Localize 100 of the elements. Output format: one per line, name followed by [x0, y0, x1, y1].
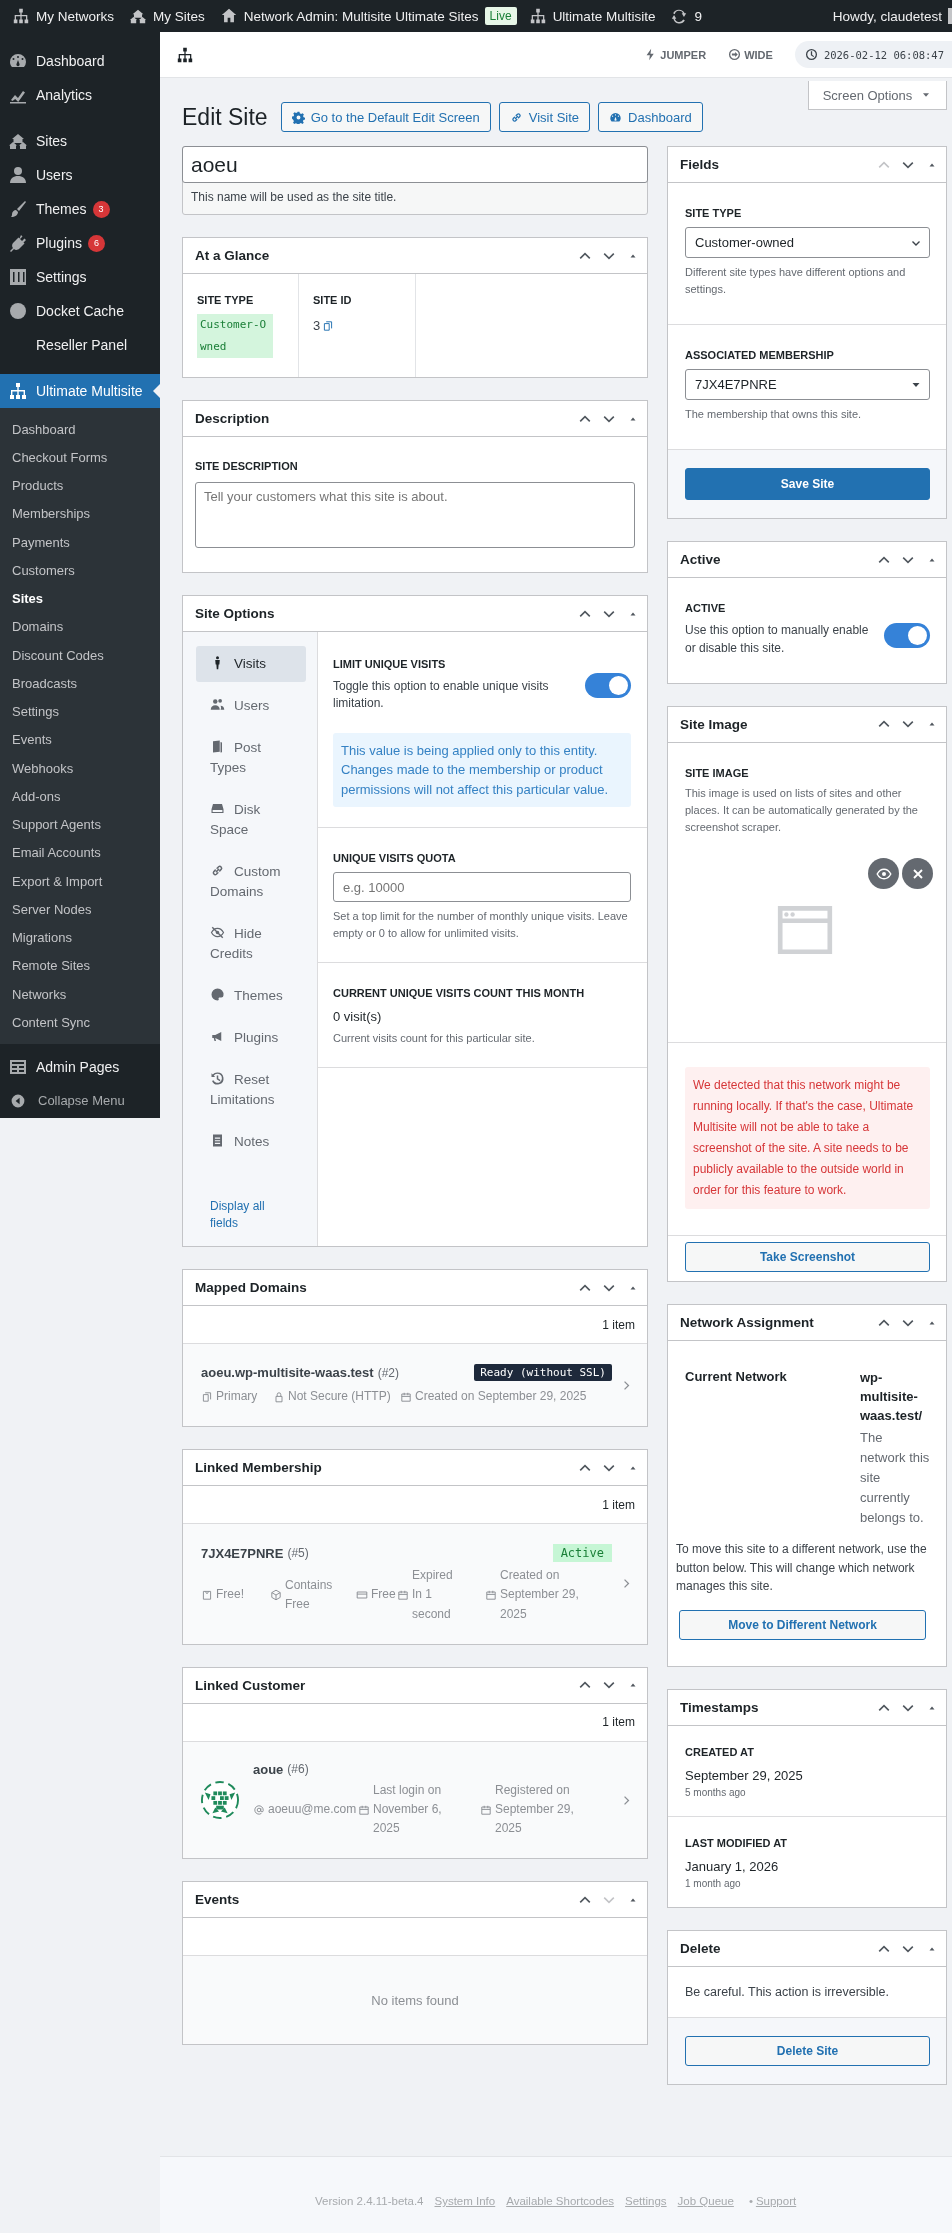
list-item[interactable]: aoeu.wp-multisite-waas.test (#2) Ready (without SSL) Primary Not Secure (HTTP) Created on September 29, 2025 [183, 1344, 647, 1427]
tab[interactable]: Reset Limitations [196, 1062, 306, 1118]
submenu-item[interactable]: Memberships [0, 499, 160, 528]
menu-item[interactable]: Sites [0, 124, 160, 158]
quota-field[interactable]: e.g. 10000 [333, 872, 631, 903]
display-all-link[interactable]: Display all fields [196, 1198, 276, 1232]
account-link[interactable]: Howdy, claudetest [832, 8, 942, 24]
submenu-item[interactable]: Products [0, 471, 160, 500]
move-network-button[interactable]: Move to Different Network [679, 1610, 926, 1641]
submenu-item[interactable]: Dashboard [0, 415, 160, 444]
meta-text: Registered on September 29, 2025 [495, 1781, 575, 1838]
admin-bar-link[interactable]: Ultimate Multisite [522, 7, 665, 25]
field-label: CURRENT UNIQUE VISITS COUNT THIS MONTH [333, 987, 586, 1000]
menu-item[interactable]: Plugins 6 [0, 226, 160, 260]
delete-button[interactable]: Delete Site [685, 2036, 930, 2067]
submenu-item[interactable]: Broadcasts [0, 669, 160, 698]
tab[interactable]: Post Types [196, 730, 306, 786]
submenu-item[interactable]: Migrations [0, 923, 160, 952]
copy-icon [322, 319, 335, 332]
submenu-item[interactable]: Payments [0, 528, 160, 557]
calendar-icon [400, 1390, 412, 1403]
screen-options-button[interactable]: Screen Options [808, 81, 947, 110]
menu-item[interactable]: Dashboard [0, 44, 160, 78]
meta-text: Free! [216, 1586, 244, 1604]
menu-item[interactable]: Users [0, 158, 160, 192]
list-item[interactable]: 7JX4E7PNRE (#5) Active Free! Contains Free Free Expired In 1 second Created on September 29, 2025 [183, 1524, 647, 1644]
panel-title: Linked Membership [195, 1460, 323, 1476]
panel-title: Timestamps [680, 1700, 760, 1716]
preview-button[interactable] [868, 858, 899, 890]
collapse-menu-button[interactable]: Collapse Menu [0, 1083, 160, 1118]
submenu-item[interactable]: Content Sync [0, 1008, 160, 1037]
domain-name: aoeu.wp-multisite-waas.test [201, 1365, 374, 1380]
menu-item[interactable]: Admin Pages [0, 1049, 160, 1084]
menu-item[interactable]: Ultimate Multisite [0, 374, 160, 408]
site-type-select[interactable]: Customer-owned [685, 227, 930, 258]
submenu-item[interactable]: Discount Codes [0, 641, 160, 670]
toolbar-link[interactable]: WIDE [728, 48, 773, 61]
panel-title: Site Image [680, 716, 749, 732]
menu-item[interactable]: Reseller Panel [0, 328, 160, 362]
menu-item[interactable]: Analytics [0, 78, 160, 112]
header-button[interactable]: Visit Site [498, 102, 591, 132]
submenu-item[interactable]: Customers [0, 556, 160, 585]
header-button[interactable]: Dashboard [598, 102, 703, 132]
submenu-item[interactable]: Domains [0, 612, 160, 641]
list-item[interactable]: aoue (#6) aoeuu@me.com Last login on November 6, 2025 Registered on September 29, 2025 [183, 1741, 647, 1859]
tab[interactable]: Notes [196, 1124, 306, 1160]
user-icon [8, 165, 28, 185]
tab[interactable]: Themes [196, 978, 306, 1014]
submenu-item[interactable]: Email Accounts [0, 838, 160, 867]
submenu-item[interactable]: Checkout Forms [0, 443, 160, 472]
submenu-item[interactable]: Sites [0, 584, 160, 613]
item-id: (#2) [377, 1365, 399, 1380]
houses-icon [8, 131, 28, 151]
header-button[interactable]: Go to the Default Edit Screen [280, 102, 491, 132]
submenu-item[interactable]: Events [0, 725, 160, 754]
meta-text: Contains Free [285, 1576, 334, 1613]
tab[interactable]: Disk Space [196, 792, 306, 848]
menu-item[interactable]: Docket Cache [0, 294, 160, 328]
menu-item[interactable]: Themes 3 [0, 192, 160, 226]
tab[interactable]: Users [196, 688, 306, 724]
menu-item[interactable]: Settings [0, 260, 160, 294]
submenu-item[interactable]: Support Agents [0, 810, 160, 839]
admin-bar-link[interactable]: My Networks [6, 7, 123, 25]
submenu-item[interactable]: Settings [0, 697, 160, 726]
submenu-item[interactable]: Remote Sites [0, 951, 160, 980]
tab[interactable]: Custom Domains [196, 854, 306, 910]
bag-icon [201, 1588, 213, 1601]
notes-icon [210, 1133, 225, 1148]
panel-title: Mapped Domains [195, 1280, 308, 1295]
submenu-item[interactable]: Server Nodes [0, 895, 160, 924]
remove-button[interactable] [902, 858, 933, 890]
network-icon [8, 381, 28, 401]
admin-bar-link[interactable]: My Sites [123, 7, 214, 25]
site-type-tag: Customer-Owned [197, 314, 273, 358]
submenu-item[interactable]: Export & Import [0, 867, 160, 896]
submenu-item[interactable]: Webhooks [0, 754, 160, 783]
home-icon [219, 7, 238, 25]
version-text: Version 2.4.11-beta.4 [315, 2195, 424, 2207]
screenshot-button[interactable]: Take Screenshot [685, 1242, 930, 1273]
field-label: ACTIVE [685, 602, 727, 615]
meta-text: Last login on November 6, 2025 [373, 1781, 443, 1838]
tab[interactable]: Visits [196, 646, 306, 682]
site-name-field[interactable]: aoeu [182, 146, 648, 183]
calendar-icon [480, 1803, 492, 1816]
toolbar-link[interactable]: JUMPER [644, 48, 707, 61]
admin-bar-link[interactable]: 9 [664, 7, 711, 25]
tab[interactable]: Hide Credits [196, 916, 306, 972]
field-label: CREATED AT [685, 1746, 755, 1759]
submenu-item[interactable]: Add-ons [0, 782, 160, 811]
tab[interactable]: Plugins [196, 1020, 306, 1056]
palette-icon [210, 987, 225, 1002]
description-field[interactable]: Tell your customers what this site is about. [195, 482, 635, 548]
help-text: This image is used on lists of sites and other places. It can be automatically generated by the screenshot scraper. [685, 785, 919, 835]
save-button[interactable]: Save Site [685, 468, 930, 501]
meta-text: Created on September 29, 2025 [500, 1567, 580, 1623]
toggle-switch[interactable] [884, 623, 930, 649]
toggle-switch[interactable] [585, 672, 631, 698]
submenu-item[interactable]: Networks [0, 980, 160, 1009]
history-icon [210, 1071, 225, 1086]
membership-select[interactable]: 7JX4E7PNRE [685, 369, 930, 401]
